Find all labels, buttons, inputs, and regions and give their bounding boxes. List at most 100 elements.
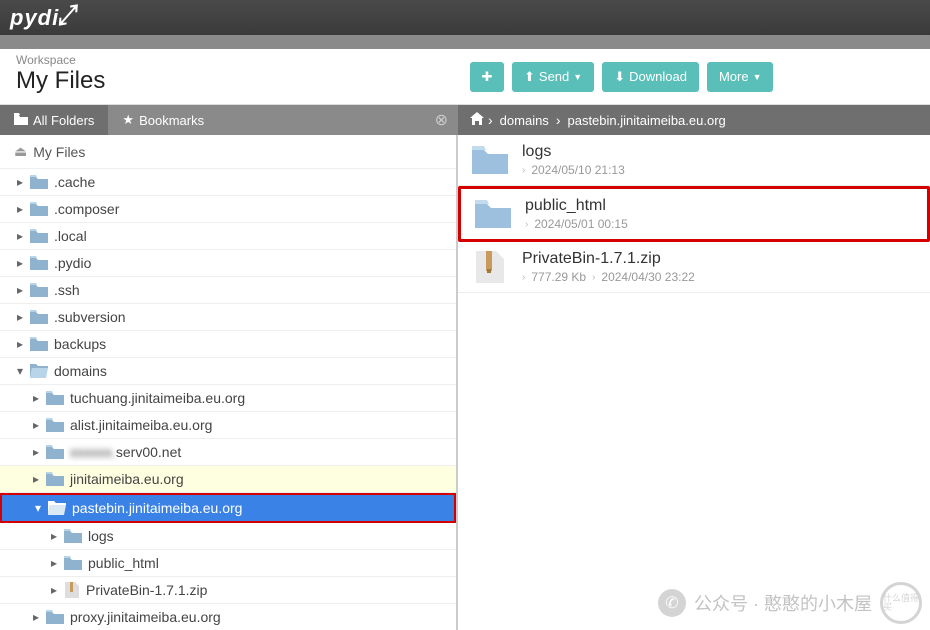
folder-icon [472, 145, 508, 175]
watermark-badge-icon: 什么值得买 [880, 582, 922, 624]
tree-root[interactable]: ⏏ My Files [0, 135, 456, 169]
workspace-title-area: Workspace My Files [0, 49, 460, 104]
send-label: Send [539, 69, 569, 84]
folder-icon [14, 113, 28, 128]
add-button[interactable]: ✚ [470, 62, 504, 92]
watermark-text: 公众号 · 憨憨的小木屋 [694, 590, 872, 616]
tree-label: .ssh [54, 282, 80, 298]
breadcrumb-segment[interactable]: pastebin.jinitaimeiba.eu.org [564, 113, 728, 128]
chevron-right-icon: ▸ [30, 472, 42, 486]
breadcrumb: › domains › pastebin.jinitaimeiba.eu.org [458, 105, 930, 135]
tree-label-blurred: xxxxxx. [70, 444, 116, 460]
wechat-icon: ✆ [658, 589, 686, 617]
file-name: PrivateBin-1.7.1.zip [522, 250, 916, 268]
close-icon[interactable]: ⊗ [435, 110, 448, 130]
tree-node[interactable]: ▸ logs [0, 523, 456, 550]
folder-icon [46, 418, 64, 432]
folder-icon [30, 175, 48, 189]
tree-node[interactable]: ▸ proxy.jinitaimeiba.eu.org [0, 604, 456, 630]
chevron-down-icon: ▼ [753, 72, 762, 82]
file-name: public_html [525, 197, 913, 215]
file-row-zip[interactable]: PrivateBin-1.7.1.zip ›777.29 Kb›2024/04/… [458, 242, 930, 293]
tabs-row: All Folders ★ Bookmarks ⊗ › domains › pa… [0, 105, 930, 135]
tree-label: pastebin.jinitaimeiba.eu.org [72, 500, 242, 516]
tree-node[interactable]: ▸.ssh [0, 277, 456, 304]
folder-icon [46, 472, 64, 486]
logo-swoosh-icon: ⤢ [55, 0, 80, 31]
tab-all-folders[interactable]: All Folders [0, 105, 108, 135]
tree-node-domains[interactable]: ▾domains [0, 358, 456, 385]
tree-root-label: My Files [33, 144, 85, 160]
file-size: 777.29 Kb [531, 270, 586, 284]
file-row-folder[interactable]: logs ›2024/05/10 21:13 [458, 135, 930, 186]
tree-label: .local [54, 228, 87, 244]
folder-icon [46, 391, 64, 405]
more-button[interactable]: More ▼ [707, 62, 774, 92]
chevron-right-icon: › [556, 112, 561, 128]
folder-icon [64, 529, 82, 543]
chevron-right-icon: ▸ [30, 418, 42, 432]
tab-label: All Folders [33, 113, 94, 128]
file-date: 2024/05/10 21:13 [531, 163, 624, 177]
chevron-right-icon: ▸ [14, 175, 26, 189]
folder-icon [64, 556, 82, 570]
home-icon[interactable] [470, 112, 484, 128]
tree-label: proxy.jinitaimeiba.eu.org [70, 609, 221, 625]
tree-node[interactable]: ▸tuchuang.jinitaimeiba.eu.org [0, 385, 456, 412]
breadcrumb-segment[interactable]: domains [497, 113, 552, 128]
drive-icon: ⏏ [14, 143, 27, 160]
tree-label: backups [54, 336, 106, 352]
folder-icon [46, 445, 64, 459]
send-button[interactable]: ⬆ Send ▼ [512, 62, 594, 92]
brand-logo: pydi⤢ [10, 4, 77, 32]
tree-node[interactable]: ▸backups [0, 331, 456, 358]
chevron-right-icon: › [488, 112, 493, 128]
tree-label: tuchuang.jinitaimeiba.eu.org [70, 390, 245, 406]
workspace-title: My Files [16, 67, 444, 95]
download-icon: ⬇ [614, 69, 625, 85]
chevron-right-icon: ▸ [48, 529, 60, 543]
download-button[interactable]: ⬇ Download [602, 62, 699, 92]
tree-node[interactable]: ▸ PrivateBin-1.7.1.zip [0, 577, 456, 604]
folder-icon [475, 199, 511, 229]
chevron-right-icon: ▸ [48, 583, 60, 597]
folder-icon [30, 202, 48, 216]
tree-node[interactable]: ▸public_html [0, 550, 456, 577]
file-row-folder-highlighted[interactable]: public_html ›2024/05/01 00:15 [458, 186, 930, 242]
tree-node[interactable]: ▸xxxxxx.serv00.net [0, 439, 456, 466]
chevron-right-icon: ▸ [14, 310, 26, 324]
tree-label: logs [88, 528, 114, 544]
tree-node[interactable]: ▸.pydio [0, 250, 456, 277]
subnav-bar [0, 35, 930, 49]
tree-label: alist.jinitaimeiba.eu.org [70, 417, 212, 433]
tree-node-selected[interactable]: ▾ pastebin.jinitaimeiba.eu.org [0, 493, 456, 523]
folder-icon [30, 256, 48, 270]
tab-bookmarks[interactable]: ★ Bookmarks [108, 105, 218, 135]
star-icon: ★ [122, 112, 134, 128]
tree-label: .composer [54, 201, 119, 217]
chevron-right-icon: ▸ [48, 556, 60, 570]
folder-icon [30, 310, 48, 324]
chevron-right-icon: ▸ [14, 229, 26, 243]
tree-node[interactable]: ▸ alist.jinitaimeiba.eu.org [0, 412, 456, 439]
folder-icon [46, 610, 64, 624]
plus-icon: ✚ [482, 69, 493, 85]
main-area: ⏏ My Files ▸.cache ▸.composer ▸.local ▸.… [0, 135, 930, 630]
tree-node[interactable]: ▸.composer [0, 196, 456, 223]
watermark: ✆ 公众号 · 憨憨的小木屋 什么值得买 [658, 582, 922, 624]
tree-node[interactable]: ▸.cache [0, 169, 456, 196]
sidebar-tabs: All Folders ★ Bookmarks ⊗ [0, 105, 458, 135]
tree-label: PrivateBin-1.7.1.zip [86, 582, 207, 598]
chevron-right-icon: ▸ [30, 610, 42, 624]
tree-node[interactable]: ▸.subversion [0, 304, 456, 331]
chevron-right-icon: › [522, 165, 525, 176]
folder-open-icon [30, 364, 48, 378]
tree-node[interactable]: ▸jinitaimeiba.eu.org [0, 466, 456, 493]
download-label: Download [629, 69, 687, 84]
tree-label: .pydio [54, 255, 91, 271]
chevron-down-icon: ▾ [32, 501, 44, 515]
folder-tree: ⏏ My Files ▸.cache ▸.composer ▸.local ▸.… [0, 135, 458, 630]
zip-file-icon [64, 582, 80, 598]
tree-node[interactable]: ▸ .local [0, 223, 456, 250]
main-toolbar: ✚ ⬆ Send ▼ ⬇ Download More ▼ [460, 49, 930, 104]
